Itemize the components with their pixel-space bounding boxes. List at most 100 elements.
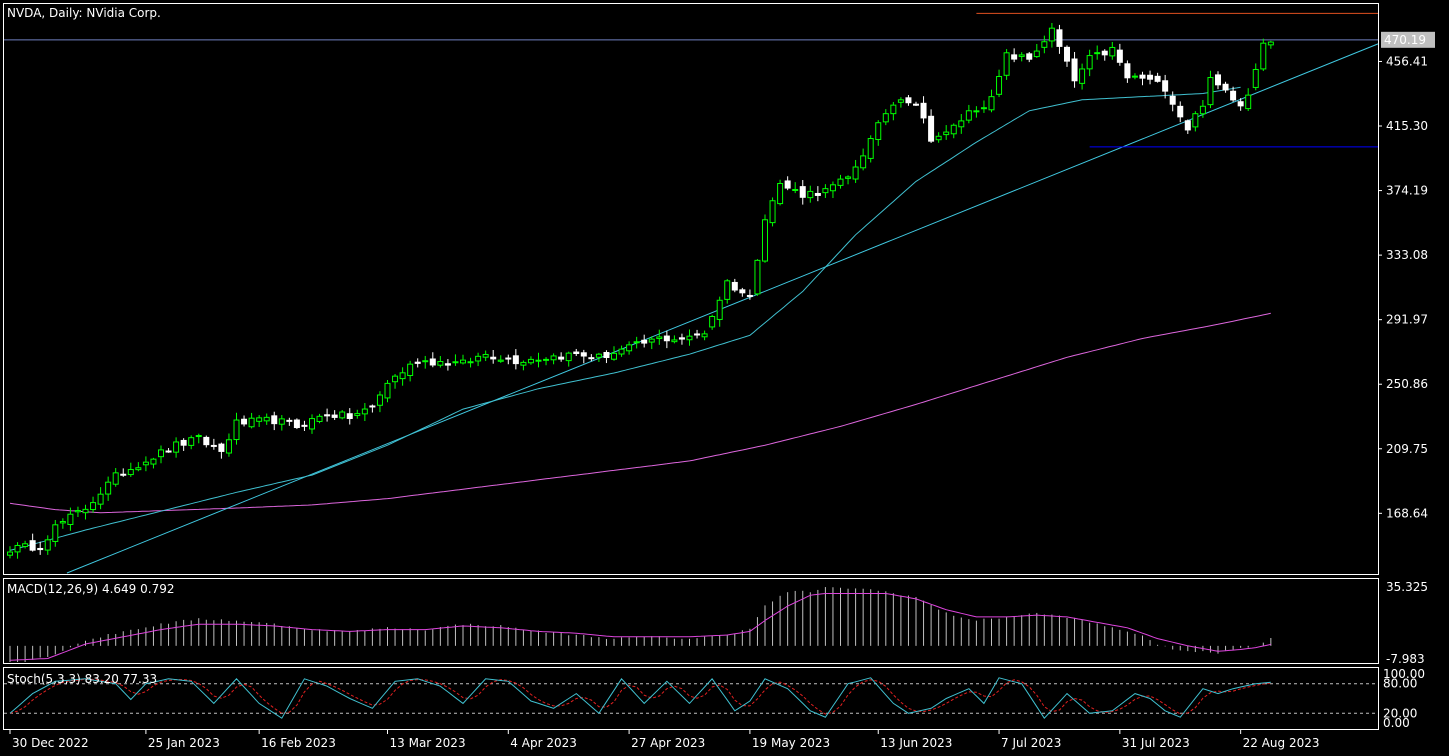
candle-body <box>588 357 595 360</box>
macd-tick-label: 35.325 <box>1386 580 1428 594</box>
price-tick-label: 250.86 <box>1386 377 1428 391</box>
candle-body <box>376 394 383 406</box>
candle <box>293 418 300 430</box>
price-tick-label: 209.75 <box>1386 442 1428 456</box>
candle-body <box>1109 46 1116 57</box>
price-tick-label: 456.41 <box>1386 54 1428 68</box>
candle-body <box>1245 94 1252 110</box>
candle-body <box>1026 53 1033 60</box>
candle-body <box>74 510 81 513</box>
candle-body <box>482 353 489 358</box>
stoch-tick-label: 80.00 <box>1383 677 1417 691</box>
candle-body <box>1169 95 1176 105</box>
candle-body <box>37 547 44 551</box>
candle-body <box>928 115 935 142</box>
candle-body <box>913 103 919 106</box>
candle-body <box>309 418 315 430</box>
candle-body <box>1199 105 1206 115</box>
candle-body <box>248 417 255 428</box>
candle-body <box>626 344 633 352</box>
candle-body <box>814 192 821 196</box>
candle-body <box>384 382 391 399</box>
candle-body <box>59 521 66 524</box>
stoch-panel-title: Stoch(5,3,3) 83.20 77.33 <box>7 672 157 686</box>
candle-body <box>444 363 451 366</box>
candle-body <box>996 76 1003 95</box>
candle-body <box>641 339 648 344</box>
candle-body <box>943 131 950 136</box>
candle-body <box>777 183 784 205</box>
candle-body <box>678 337 685 340</box>
candle <box>777 179 784 206</box>
candle-body <box>324 414 331 417</box>
candle-body <box>633 341 640 344</box>
candle-body <box>618 348 625 355</box>
candle-body <box>543 358 550 361</box>
candle <box>867 135 874 163</box>
candle-body <box>603 351 610 359</box>
candle-body <box>105 481 112 495</box>
candle-body <box>527 358 534 364</box>
time-tick-label: 19 May 2023 <box>752 736 830 750</box>
candle-body <box>799 186 806 198</box>
candle-body <box>867 138 874 159</box>
candle-body <box>135 467 142 471</box>
candle-body <box>784 180 791 189</box>
candle-body <box>731 281 738 291</box>
price-tick-label: 333.08 <box>1386 248 1428 262</box>
candle-body <box>1237 101 1244 107</box>
candle-body <box>127 469 134 476</box>
price-tick-label: 415.30 <box>1386 119 1428 133</box>
stoch-tick-label: 0.00 <box>1383 716 1410 730</box>
candle-body <box>860 155 867 169</box>
candle-body <box>1207 77 1214 106</box>
candle-body <box>1192 113 1199 128</box>
candle-body <box>142 461 149 466</box>
candle-body <box>180 439 187 446</box>
candle-body <box>1079 68 1086 84</box>
candle-body <box>90 502 97 511</box>
candle-body <box>890 104 897 115</box>
candle-body <box>686 335 693 341</box>
candle-body <box>973 110 980 113</box>
candle-body <box>1177 105 1184 118</box>
trading-chart[interactable]: 470.19 456.41 415.30 374.19 333.08 291.97 250.… <box>0 0 1449 756</box>
candle-body <box>1222 83 1229 91</box>
candle-body <box>467 361 474 364</box>
candle-body <box>565 352 572 362</box>
candle-body <box>822 188 829 194</box>
candle-body <box>429 358 436 366</box>
time-tick-label: 25 Jan 2023 <box>148 736 220 750</box>
candle-body <box>1154 75 1161 82</box>
candle-body <box>875 122 882 141</box>
candle-body <box>656 336 663 340</box>
candle-body <box>241 418 248 425</box>
candle-body <box>1147 74 1154 80</box>
candle-body <box>845 176 852 179</box>
candle-body <box>520 361 527 366</box>
candle-body <box>301 424 308 427</box>
time-tick-label: 16 Feb 2023 <box>261 736 336 750</box>
candle-body <box>1267 41 1274 46</box>
candle-body <box>958 120 965 128</box>
candle <box>754 259 761 296</box>
candle-body <box>1252 68 1259 88</box>
main-panel-title: NVDA, Daily: NVidia Corp. <box>7 6 161 20</box>
candle-body <box>709 316 716 328</box>
candle-body <box>701 333 708 338</box>
candle-body <box>558 356 565 360</box>
candle-body <box>1018 54 1025 57</box>
candle-body <box>233 419 240 441</box>
candle-body <box>837 178 844 186</box>
candle-body <box>1116 49 1123 63</box>
time-tick-label: 30 Dec 2022 <box>12 736 89 750</box>
candle-body <box>580 352 587 357</box>
candle-body <box>97 493 104 505</box>
candle-body <box>724 280 731 300</box>
candle-body <box>769 200 776 224</box>
candle-body <box>392 375 399 383</box>
candle-body <box>1215 74 1221 86</box>
candle-body <box>1260 42 1267 70</box>
candle-body <box>346 413 353 419</box>
time-tick-label: 13 Jun 2023 <box>880 736 952 750</box>
